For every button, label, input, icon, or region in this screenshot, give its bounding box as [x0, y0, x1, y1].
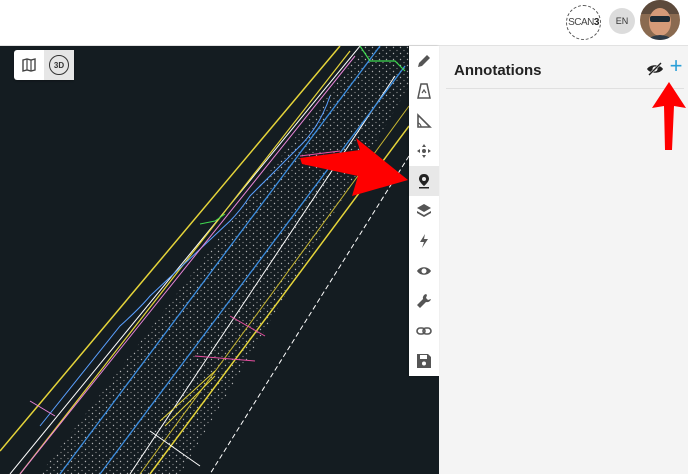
map-view-button[interactable] — [14, 50, 44, 80]
volume-tool[interactable] — [409, 76, 439, 106]
lightning-icon — [420, 234, 428, 248]
red-arrow-right-icon — [300, 138, 408, 196]
eye-icon — [417, 267, 431, 275]
annotation-tool[interactable] — [409, 166, 439, 196]
layers-tool[interactable] — [409, 196, 439, 226]
tool-bar — [409, 46, 439, 376]
point-cloud-map[interactable] — [0, 46, 439, 474]
wrench-icon — [417, 294, 431, 308]
eye-slash-icon[interactable] — [646, 61, 664, 77]
add-annotation-button[interactable]: + — [666, 55, 686, 78]
point-cloud-render — [0, 46, 410, 474]
avatar[interactable] — [640, 0, 680, 40]
move-tool[interactable] — [409, 136, 439, 166]
angle-tool[interactable] — [409, 106, 439, 136]
measure-volume-icon — [417, 83, 431, 99]
pin-icon — [419, 174, 429, 189]
scan3-logo[interactable]: SCAN 3 — [566, 5, 601, 40]
language-selector[interactable]: EN — [609, 8, 635, 34]
top-bar: SCAN 3 EN — [0, 0, 688, 46]
3d-label: 3D — [49, 55, 69, 75]
view-toggle: 3D — [14, 50, 74, 80]
profile-tool[interactable] — [409, 226, 439, 256]
red-arrow-up-icon — [652, 82, 686, 150]
link-icon — [416, 327, 432, 335]
3d-view-button[interactable]: 3D — [44, 50, 74, 80]
panel-title: Annotations — [454, 62, 542, 79]
logo-number: 3 — [593, 17, 600, 28]
draw-tool[interactable] — [409, 46, 439, 76]
settings-tool[interactable] — [409, 286, 439, 316]
move-icon — [417, 144, 431, 158]
visibility-tool[interactable] — [409, 256, 439, 286]
save-tool[interactable] — [409, 346, 439, 376]
share-link-tool[interactable] — [409, 316, 439, 346]
layers-icon — [417, 204, 431, 217]
save-icon — [417, 354, 431, 368]
logo-text: SCAN — [568, 17, 594, 28]
panel-header: Annotations + — [446, 46, 684, 89]
pencil-icon — [418, 55, 430, 67]
angle-icon — [417, 113, 432, 128]
map-icon — [22, 58, 36, 72]
